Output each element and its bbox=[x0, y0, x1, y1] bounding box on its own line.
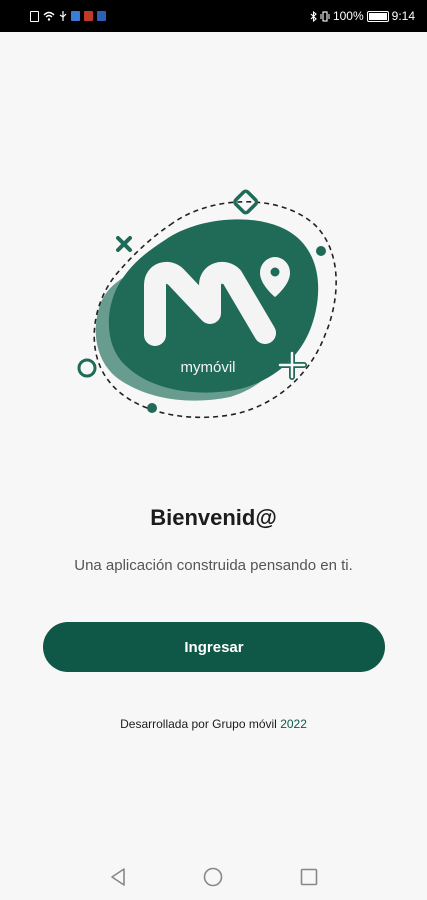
dot-decoration bbox=[147, 403, 157, 413]
ring-decoration bbox=[77, 358, 97, 378]
home-button[interactable] bbox=[198, 862, 228, 892]
footer-credit: Desarrollada por Grupo móvil 2022 bbox=[0, 717, 427, 731]
app-notification-icon bbox=[84, 11, 93, 21]
home-icon bbox=[204, 867, 223, 887]
app-logo: mymóvil bbox=[77, 189, 337, 419]
footer-year: 2022 bbox=[280, 717, 307, 731]
back-icon bbox=[111, 868, 125, 886]
wifi-icon bbox=[43, 11, 55, 21]
status-bar: 100% 9:14 bbox=[0, 0, 427, 32]
welcome-title: Bienvenid@ bbox=[150, 505, 277, 530]
clock: 9:14 bbox=[391, 9, 415, 23]
status-bar-left bbox=[30, 10, 106, 22]
document-icon bbox=[30, 10, 39, 22]
app-notification-icon bbox=[97, 11, 106, 21]
navigation-bar bbox=[0, 854, 427, 900]
recents-button[interactable] bbox=[294, 862, 324, 892]
footer-text: Desarrollada por Grupo móvil bbox=[120, 717, 281, 731]
vibrate-icon bbox=[320, 10, 330, 22]
dot-decoration bbox=[316, 246, 326, 256]
status-bar-right: 100% 9:14 bbox=[310, 9, 415, 23]
recents-icon bbox=[300, 868, 318, 886]
usb-icon bbox=[59, 11, 67, 21]
app-notification-icon bbox=[71, 11, 80, 21]
bluetooth-icon bbox=[310, 10, 317, 22]
battery-icon bbox=[366, 10, 389, 22]
welcome-subtitle: Una aplicación construida pensando en ti… bbox=[74, 557, 353, 574]
login-button[interactable]: Ingresar bbox=[43, 622, 385, 672]
back-button[interactable] bbox=[103, 862, 133, 892]
close-x-decoration bbox=[116, 236, 132, 252]
logo-text: mymóvil bbox=[181, 359, 236, 376]
battery-percent: 100% bbox=[332, 9, 364, 23]
